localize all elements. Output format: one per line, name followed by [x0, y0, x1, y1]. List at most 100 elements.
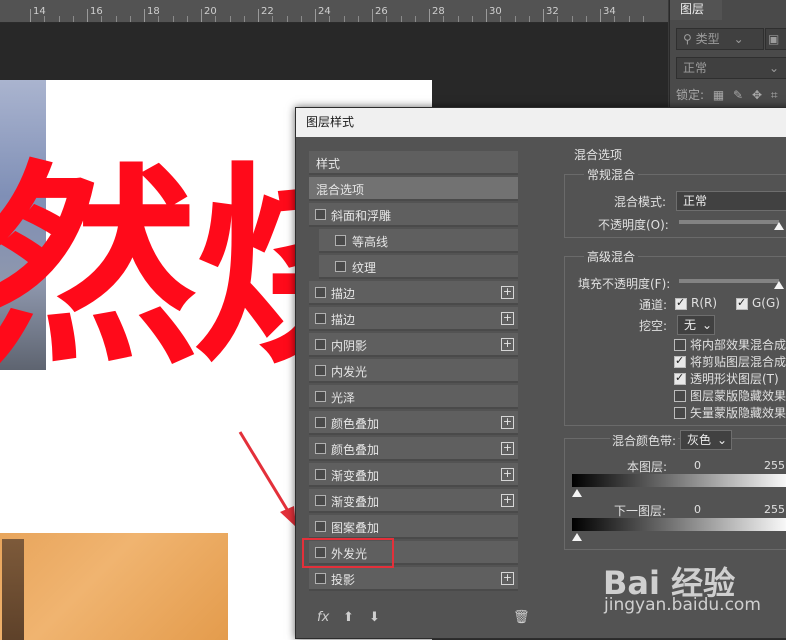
- style-checkbox[interactable]: [335, 261, 346, 272]
- ruler-minor-tick: [557, 16, 559, 22]
- style-item-6[interactable]: 描边 +: [309, 307, 518, 331]
- style-checkbox[interactable]: [315, 443, 326, 454]
- style-checkbox[interactable]: [315, 339, 326, 350]
- add-style-plus-icon[interactable]: +: [501, 416, 514, 429]
- layer-blend-mode-dropdown[interactable]: 正常 ⌄: [676, 57, 786, 79]
- ruler-minor-tick: [585, 16, 587, 22]
- crop-icon[interactable]: ⌗: [771, 88, 778, 102]
- style-item-label: 颜色叠加: [331, 443, 380, 457]
- fx-button[interactable]: fx: [317, 610, 329, 625]
- ruler-minor-tick: [571, 16, 573, 22]
- style-item-13[interactable]: 渐变叠加 +: [309, 489, 518, 513]
- channel-r-checkbox[interactable]: [675, 296, 687, 310]
- add-style-plus-icon[interactable]: +: [501, 338, 514, 351]
- style-item-label: 图案叠加: [331, 521, 380, 535]
- style-item-9[interactable]: 光泽: [309, 385, 518, 409]
- style-item-label: 纹理: [352, 261, 377, 275]
- fill-opacity-slider-thumb[interactable]: [774, 281, 784, 289]
- image-filter-icon[interactable]: ▣: [765, 28, 786, 50]
- advanced-option-checkbox[interactable]: [674, 390, 686, 402]
- add-style-plus-icon[interactable]: +: [501, 468, 514, 481]
- style-item-11[interactable]: 颜色叠加 +: [309, 437, 518, 461]
- advanced-option-label: 图层蒙版隐藏效果: [690, 389, 786, 403]
- style-checkbox[interactable]: [315, 287, 326, 298]
- style-item-3[interactable]: 等高线: [319, 229, 518, 253]
- style-item-8[interactable]: 内发光: [309, 359, 518, 383]
- advanced-option-checkbox[interactable]: [674, 354, 686, 368]
- ruler-major-tick: [315, 9, 316, 22]
- chevron-down-icon: ⌄: [769, 61, 780, 75]
- tower-silhouette: [2, 539, 24, 640]
- ruler-minor-tick: [443, 16, 445, 22]
- layers-tab[interactable]: 图层: [670, 0, 722, 20]
- add-style-plus-icon[interactable]: +: [501, 494, 514, 507]
- advanced-option-checkbox[interactable]: [674, 371, 686, 385]
- style-checkbox[interactable]: [315, 417, 326, 428]
- style-item-label: 等高线: [352, 235, 389, 249]
- fill-opacity-slider[interactable]: [679, 279, 779, 283]
- trash-icon[interactable]: 🗑: [513, 610, 530, 625]
- fx-toolbar: fx ⬆ ⬇ 🗑: [309, 608, 530, 630]
- knockout-dropdown[interactable]: 无 ⌄: [677, 315, 715, 335]
- ruler-minor-tick: [229, 16, 231, 22]
- this-layer-black-slider[interactable]: [572, 489, 582, 497]
- style-item-14[interactable]: 图案叠加: [309, 515, 518, 539]
- ruler-major-tick: [201, 9, 202, 22]
- this-layer-max: 255: [764, 459, 785, 472]
- style-item-10[interactable]: 颜色叠加 +: [309, 411, 518, 435]
- brush-icon[interactable]: ✎: [733, 88, 743, 102]
- baidu-jingyan-watermark: Bai 经验 jingyan.baidu.com: [603, 558, 786, 630]
- ruler-minor-tick: [115, 16, 117, 22]
- move-down-icon[interactable]: ⬇: [369, 610, 380, 625]
- advanced-option-label: 将内部效果混合成: [690, 338, 786, 352]
- style-item-12[interactable]: 渐变叠加 +: [309, 463, 518, 487]
- move-icon[interactable]: ✥: [752, 88, 762, 102]
- ruler-minor-tick: [528, 16, 530, 22]
- blend-if-dropdown[interactable]: 灰色 ⌄: [680, 430, 732, 450]
- move-up-icon[interactable]: ⬆: [343, 610, 354, 625]
- ruler-minor-tick: [44, 16, 46, 22]
- dialog-title: 图层样式: [296, 108, 786, 137]
- ruler-minor-tick: [628, 16, 630, 22]
- style-item-7[interactable]: 内阴影 +: [309, 333, 518, 357]
- style-item-label: 渐变叠加: [331, 495, 380, 509]
- style-checkbox[interactable]: [315, 521, 326, 532]
- opacity-slider[interactable]: [679, 220, 779, 224]
- style-checkbox[interactable]: [315, 573, 326, 584]
- this-layer-label: 本图层:: [627, 460, 668, 474]
- underlying-black-slider[interactable]: [572, 533, 582, 541]
- style-item-5[interactable]: 描边 +: [309, 281, 518, 305]
- style-item-1[interactable]: 混合选项: [309, 177, 518, 201]
- style-checkbox[interactable]: [335, 235, 346, 246]
- ruler-minor-tick: [243, 16, 245, 22]
- blend-mode-dropdown[interactable]: 正常: [676, 191, 786, 211]
- style-checkbox[interactable]: [315, 391, 326, 402]
- advanced-option-checkbox[interactable]: [674, 407, 686, 419]
- opacity-slider-thumb[interactable]: [774, 222, 784, 230]
- add-style-plus-icon[interactable]: +: [501, 442, 514, 455]
- layer-filter-dropdown[interactable]: ⚲ 类型 ⌄: [676, 28, 764, 50]
- channel-g-checkbox[interactable]: [736, 296, 748, 310]
- add-style-plus-icon[interactable]: +: [501, 312, 514, 325]
- ruler-minor-tick: [471, 16, 473, 22]
- ruler-minor-tick: [343, 16, 345, 22]
- add-style-plus-icon[interactable]: +: [501, 286, 514, 299]
- style-item-16[interactable]: 投影 +: [309, 567, 518, 591]
- style-checkbox[interactable]: [315, 313, 326, 324]
- style-item-4[interactable]: 纹理: [319, 255, 518, 279]
- style-item-0[interactable]: 样式: [309, 151, 518, 175]
- horizontal-ruler: 14 16 18 20 22 24 26 28 30 32 34: [0, 0, 668, 23]
- style-checkbox[interactable]: [315, 209, 326, 220]
- lock-transparent-icon[interactable]: ▦: [713, 88, 724, 102]
- style-item-2[interactable]: 斜面和浮雕: [309, 203, 518, 227]
- style-checkbox[interactable]: [315, 495, 326, 506]
- chevron-down-icon: ⌄: [717, 433, 728, 447]
- channel-r-label: R(R): [691, 296, 718, 310]
- style-checkbox[interactable]: [315, 469, 326, 480]
- ruler-minor-tick: [514, 16, 516, 22]
- ruler-major-tick: [372, 9, 373, 22]
- general-blending-title: 常规混合: [584, 166, 639, 183]
- style-checkbox[interactable]: [315, 365, 326, 376]
- add-style-plus-icon[interactable]: +: [501, 572, 514, 585]
- advanced-option-checkbox[interactable]: [674, 339, 686, 351]
